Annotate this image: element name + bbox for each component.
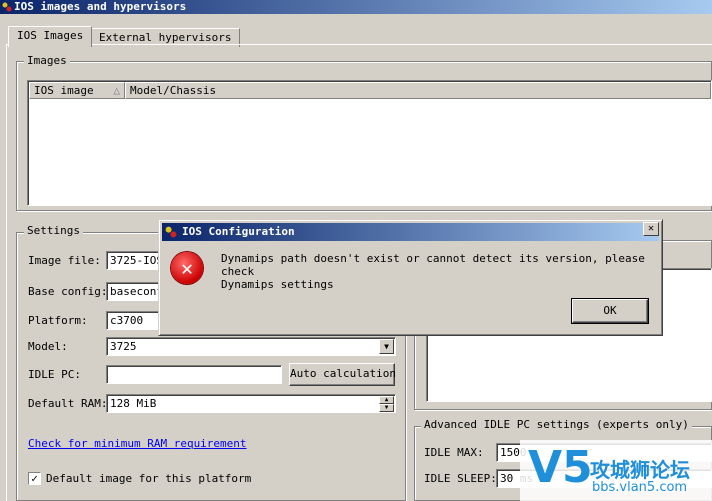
ok-button[interactable]: OK [572, 299, 648, 323]
watermark-text: 攻城狮论坛 [590, 458, 690, 482]
watermark-url: bbs.vlan5.com [592, 480, 688, 495]
error-icon: ✕ [171, 252, 203, 284]
images-group-label: Images [24, 55, 70, 67]
model-select-value: 3725 [110, 340, 137, 353]
model-label: Model: [28, 340, 68, 353]
default-image-label: Default image for this platform [46, 472, 252, 485]
idle-sleep-label: IDLE SLEEP: [424, 472, 497, 485]
sort-arrow-icon: △ [113, 84, 120, 97]
watermark-logo: V5 [528, 442, 593, 493]
checkmark-icon: ✓ [31, 472, 38, 485]
settings-group-label: Settings [24, 225, 83, 237]
dialog-title: IOS Configuration [182, 225, 295, 238]
spin-down-icon[interactable]: ▼ [379, 404, 394, 412]
watermark: V5 攻城狮论坛 bbs.vlan5.com [520, 440, 712, 501]
default-ram-label: Default RAM: [28, 397, 108, 410]
dialog-message: Dynamips path doesn't exist or cannot de… [221, 252, 651, 291]
images-list[interactable]: IOS image △ Model/Chassis [27, 80, 712, 206]
dialog-close-icon[interactable]: ✕ [643, 222, 659, 236]
tab-external-hypervisors-label: External hypervisors [99, 31, 232, 44]
window-title: IOS images and hypervisors [14, 0, 187, 13]
model-dropdown-chevron-down-icon[interactable]: ▼ [379, 339, 394, 354]
image-file-label: Image file: [28, 254, 101, 267]
base-config-field[interactable]: baseconf [106, 282, 166, 301]
column-header-ios-image[interactable]: IOS image △ [29, 82, 125, 99]
dialog-message-line-1: Dynamips path doesn't exist or cannot de… [221, 252, 645, 278]
dialog-message-line-2: Dynamips settings [221, 278, 334, 291]
window-title-bar: IOS images and hypervisors [0, 0, 712, 14]
platform-select[interactable]: c3700 [106, 311, 166, 330]
dialog-app-icon [165, 226, 177, 238]
app-icon [2, 2, 12, 12]
idle-pc-input[interactable] [106, 365, 282, 384]
auto-calculation-button[interactable]: Auto calculation [289, 363, 396, 386]
image-file-field[interactable]: 3725-IOS [106, 251, 166, 270]
tab-ios-images[interactable]: IOS Images [8, 26, 93, 47]
tab-ios-images-label: IOS Images [17, 29, 84, 42]
default-ram-value: 128 MiB [110, 397, 157, 410]
idle-max-label: IDLE MAX: [424, 446, 484, 459]
column-header-ios-image-label: IOS image [34, 84, 94, 97]
advanced-group-label: Advanced IDLE PC settings (experts only) [421, 419, 692, 431]
idle-pc-label: IDLE PC: [28, 368, 81, 381]
column-header-model-chassis[interactable]: Model/Chassis [125, 82, 711, 99]
dialog-title-bar[interactable]: IOS Configuration [162, 223, 659, 241]
column-header-model-chassis-label: Model/Chassis [130, 84, 217, 97]
platform-label: Platform: [28, 314, 88, 327]
min-ram-link[interactable]: Check for minimum RAM requirement [28, 437, 247, 450]
error-dialog: IOS Configuration ✕ ✕ Dynamips path does… [158, 219, 663, 336]
spin-up-icon[interactable]: ▲ [379, 396, 394, 404]
base-config-label: Base config: [28, 285, 108, 298]
model-select[interactable]: 3725 [106, 337, 396, 356]
default-image-checkbox[interactable]: ✓ [28, 472, 41, 485]
default-ram-spinbox[interactable]: 128 MiB [106, 394, 396, 413]
